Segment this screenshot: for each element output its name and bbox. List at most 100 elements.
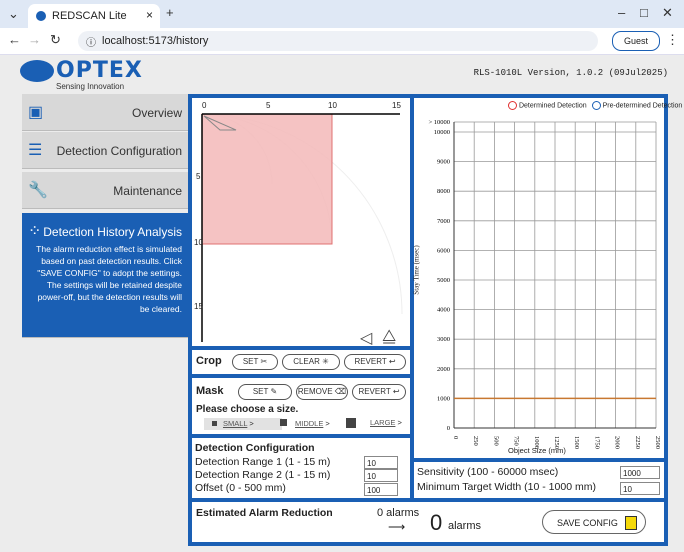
crop-set-label: SET — [242, 357, 259, 366]
legend-predetermined: Pre-determined Detection — [602, 102, 683, 110]
determined-legend-icon — [508, 101, 517, 110]
sensitivity-section: Sensitivity (100 - 60000 msec) 1000 Mini… — [414, 462, 664, 498]
version-text: RLS-1010L Version, 1.0.2 (09Jul2025) — [473, 68, 668, 78]
logo-word: OPTEX — [56, 58, 143, 83]
url-text: localhost:5173/history — [102, 35, 209, 47]
site-info-icon[interactable]: ⓘ — [86, 34, 96, 49]
mask-remove-button[interactable]: REMOVE ⌫ — [296, 384, 348, 400]
sliders-icon: ☰ — [28, 142, 43, 159]
crop-clear-label: CLEAR — [293, 357, 320, 366]
reload-icon[interactable]: ↻ — [50, 32, 61, 48]
y-tick-label: > 10000 — [428, 119, 450, 126]
sidebar-item-overview[interactable]: ▣ Overview — [22, 94, 188, 131]
close-tab-icon[interactable]: × — [146, 8, 153, 22]
tab-list-icon[interactable]: ⌄ — [8, 6, 19, 22]
detection-config-section: Detection Configuration Detection Range … — [192, 438, 410, 498]
sidebar-item-detection-history-analysis[interactable]: ⁘ Detection History Analysis The alarm r… — [22, 213, 188, 338]
x-tick-label: 2500 — [654, 436, 661, 449]
offset-label: Offset (0 - 500 mm) — [195, 482, 286, 494]
sidebar-item-label: Maintenance — [113, 184, 182, 198]
logo-mark-icon — [20, 60, 54, 82]
bookmark-icon — [625, 516, 637, 530]
map-left-tick: 15 — [194, 302, 203, 311]
sidebar-item-label: Detection Configuration — [56, 144, 182, 158]
wrench-icon: 🔧 — [28, 182, 48, 199]
x-tick-label: 500 — [492, 436, 499, 446]
sidebar-item-detection-configuration[interactable]: ☰ Detection Configuration — [22, 132, 188, 169]
mask-size-small[interactable]: SMALL > — [204, 418, 282, 430]
mask-size-large[interactable]: LARGE > — [346, 416, 406, 430]
flip-horizontal-icon[interactable]: ◁ — [360, 328, 372, 348]
url-box[interactable]: ⓘ localhost:5173/history — [78, 31, 598, 51]
profile-button[interactable]: Guest — [612, 31, 660, 51]
y-tick-label: 10000 — [434, 129, 450, 136]
x-tick-label: 750 — [513, 436, 520, 446]
map-top-tick: 0 — [202, 101, 207, 110]
menu-icon[interactable]: ⋮ — [666, 32, 679, 48]
sidebar-description: The alarm reduction effect is simulated … — [36, 244, 182, 314]
forward-icon[interactable]: → — [28, 32, 41, 47]
range2-input[interactable]: 10 — [364, 469, 398, 482]
mask-section: Mask SET ✎ REMOVE ⌫ REVERT ↩ Please choo… — [192, 378, 410, 434]
x-tick-label: 1500 — [573, 436, 580, 449]
main-panel: 0 5 10 15 5 10 15 ◁ ⧋ Crop SET ✂ CLEAR ✳… — [188, 94, 682, 546]
sensitivity-input[interactable]: 1000 — [620, 466, 660, 479]
mask-size-middle[interactable]: MIDDLE > — [280, 418, 338, 430]
minimize-icon[interactable]: – — [618, 5, 625, 20]
y-tick-label: 3000 — [437, 336, 450, 343]
chart-xlabel: Object Size (mm) — [508, 446, 566, 455]
x-tick-label: 2000 — [614, 436, 621, 449]
y-tick-label: 4000 — [437, 307, 450, 314]
sidebar-item-maintenance[interactable]: 🔧 Maintenance — [22, 172, 188, 209]
undo-icon: ↩ — [388, 357, 396, 366]
y-tick-label: 1000 — [437, 395, 450, 402]
x-tick-label: 250 — [472, 436, 479, 446]
address-bar-row: ← → ↻ ⓘ localhost:5173/history Guest ⋮ — [0, 28, 684, 55]
maximize-icon[interactable]: □ — [640, 5, 648, 20]
min-width-label: Minimum Target Width (10 - 1000 mm) — [417, 481, 596, 493]
min-width-input[interactable]: 10 — [620, 482, 660, 495]
estimate-title: Estimated Alarm Reduction — [196, 507, 333, 519]
undo-icon: ↩ — [392, 387, 400, 396]
stay-time-chart: 0 250 500 750 1000 1250 1500 1750 2000 2250 2500 0 1… — [413, 98, 682, 458]
map-top-tick: 5 — [266, 101, 271, 110]
range2-label: Detection Range 2 (1 - 15 m) — [195, 469, 331, 481]
y-tick-label: 0 — [447, 425, 450, 432]
alarms-after-unit: alarms — [448, 520, 482, 532]
sidebar-item-label: Detection History Analysis — [43, 225, 182, 239]
mask-revert-button[interactable]: REVERT ↩ — [352, 384, 406, 400]
crop-set-button[interactable]: SET ✂ — [232, 354, 278, 370]
crop-clear-button[interactable]: CLEAR ✳ — [282, 354, 340, 370]
detection-area[interactable] — [201, 113, 333, 245]
save-config-label: SAVE CONFIG — [557, 518, 618, 528]
mask-set-button[interactable]: SET ✎ — [238, 384, 292, 400]
size-label: MIDDLE — [295, 419, 324, 428]
range1-input[interactable]: 10 — [364, 456, 398, 469]
new-tab-icon[interactable]: + — [166, 5, 174, 20]
legend-determined: Determined Detection — [518, 102, 587, 110]
close-window-icon[interactable]: ✕ — [662, 5, 673, 21]
map-left-tick: 5 — [196, 172, 201, 181]
offset-input[interactable]: 100 — [364, 483, 398, 496]
crop-revert-label: REVERT — [354, 357, 387, 366]
crop-revert-button[interactable]: REVERT ↩ — [344, 354, 406, 370]
size-label: LARGE — [370, 418, 396, 427]
scissors-icon: ✂ — [260, 357, 268, 366]
favicon-icon — [36, 11, 46, 21]
alarms-before: 0 alarms — [377, 507, 420, 519]
save-config-button[interactable]: SAVE CONFIG — [542, 510, 646, 534]
small-square-icon — [212, 421, 217, 426]
chart-svg: 0 250 500 750 1000 1250 1500 1750 2000 2250 250001… — [428, 119, 661, 449]
map-top-tick: 15 — [392, 101, 401, 110]
browser-titlebar: ⌄ REDSCAN Lite × + – □ ✕ — [0, 0, 684, 28]
large-square-icon — [346, 418, 356, 429]
range1-label: Detection Range 1 (1 - 15 m) — [195, 456, 331, 468]
flip-vertical-icon[interactable]: ⧋ — [382, 328, 396, 346]
back-icon[interactable]: ← — [8, 32, 21, 47]
clear-icon: ✳ — [322, 357, 329, 366]
map-left-tick: 10 — [194, 238, 203, 247]
monitor-chart-icon: ▣ — [28, 104, 44, 121]
browser-tab[interactable]: REDSCAN Lite × — [28, 4, 160, 28]
detection-map[interactable]: 0 5 10 15 5 10 15 ◁ ⧋ — [192, 98, 410, 348]
arrow-right-icon: ⟶ — [388, 520, 406, 534]
